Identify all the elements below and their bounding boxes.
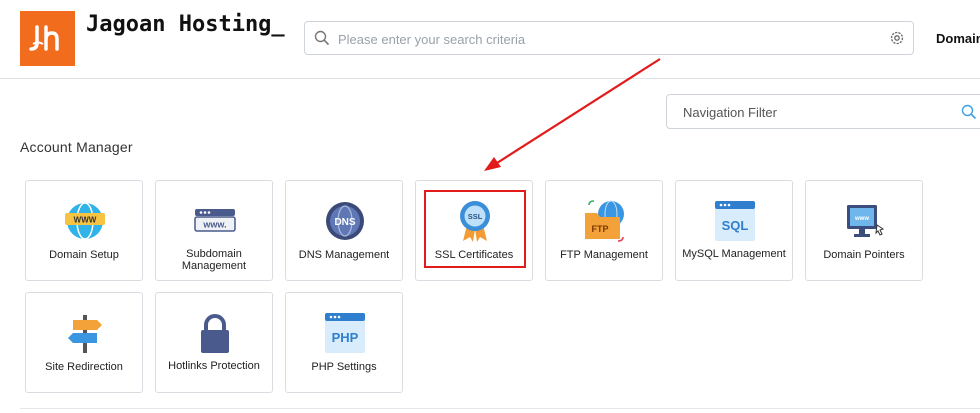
divider — [20, 408, 980, 409]
annotation-arrow — [484, 58, 661, 171]
